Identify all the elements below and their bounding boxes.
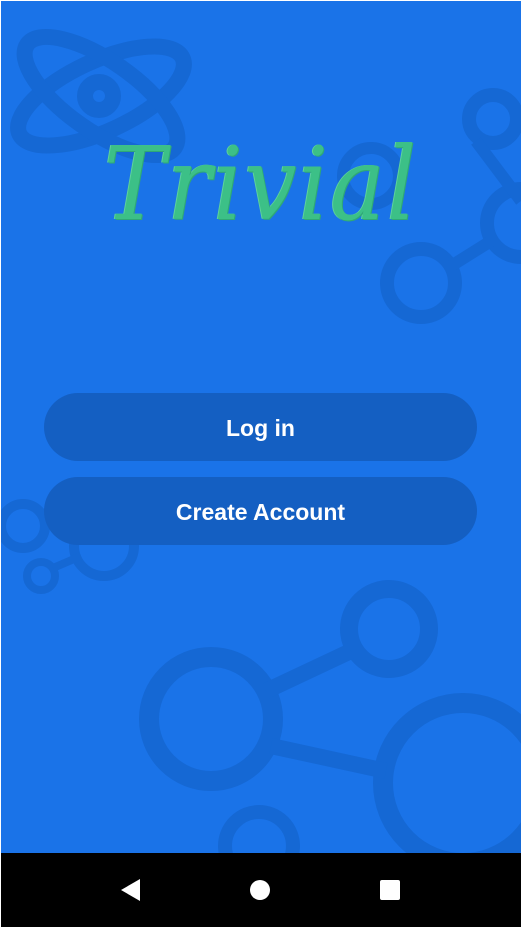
- home-button[interactable]: [242, 873, 278, 907]
- login-button[interactable]: Log in: [44, 393, 477, 461]
- recents-button[interactable]: [372, 873, 408, 907]
- create-account-button[interactable]: Create Account: [44, 477, 477, 545]
- system-navigation-bar: [1, 853, 521, 927]
- back-button[interactable]: [113, 873, 149, 907]
- molecule-decoration-bottom-icon: [139, 580, 521, 853]
- home-circle-icon: [250, 880, 270, 900]
- back-triangle-icon: [121, 879, 140, 901]
- phone-screen: Trivial Log in Create Account: [1, 1, 521, 927]
- app-content: Trivial Log in Create Account: [1, 1, 521, 853]
- app-logo: Trivial: [103, 125, 419, 244]
- recents-square-icon: [380, 880, 400, 900]
